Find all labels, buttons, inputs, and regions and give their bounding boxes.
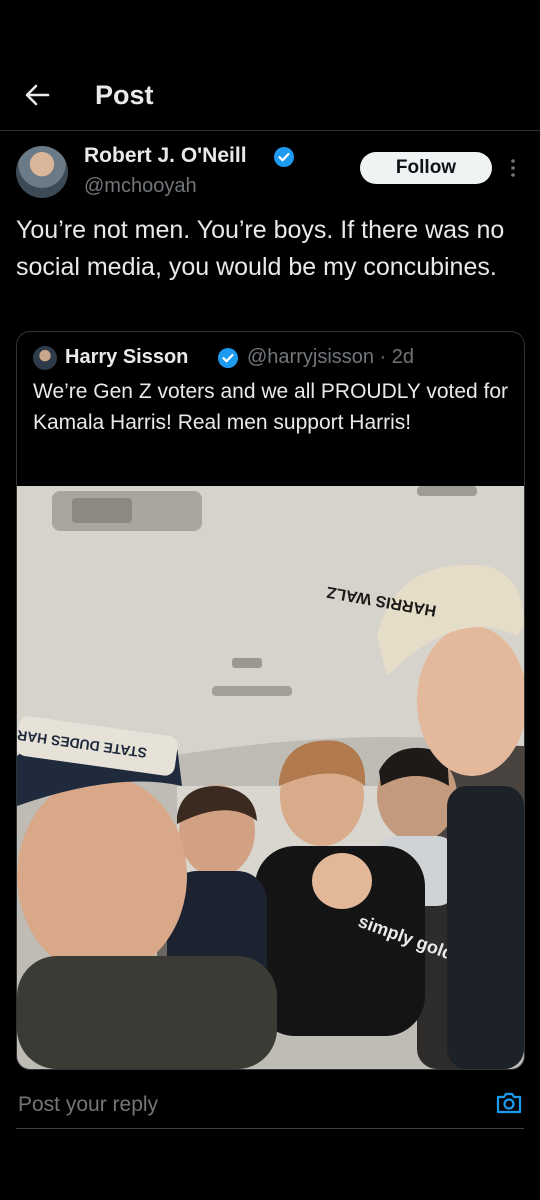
verified-badge-icon bbox=[274, 147, 294, 167]
author-avatar[interactable] bbox=[16, 146, 68, 198]
author-handle[interactable]: @mchooyah bbox=[84, 175, 197, 198]
more-options-icon[interactable] bbox=[504, 156, 522, 180]
camera-icon[interactable] bbox=[495, 1090, 523, 1116]
quoted-author-name: Harry Sisson bbox=[65, 346, 189, 368]
quoted-author-avatar bbox=[33, 346, 57, 370]
page-title: Post bbox=[95, 80, 154, 110]
verified-badge-icon bbox=[218, 348, 238, 368]
author-name[interactable]: Robert J. O'Neill bbox=[84, 144, 247, 168]
follow-button[interactable]: Follow bbox=[360, 152, 492, 184]
reply-underline bbox=[16, 1128, 524, 1129]
header-divider bbox=[0, 130, 540, 131]
top-bar: Post bbox=[0, 60, 540, 132]
quoted-post[interactable]: Harry Sisson @harryjsisson · 2d We’re Ge… bbox=[16, 331, 525, 1070]
reply-input[interactable] bbox=[16, 1092, 291, 1118]
quoted-text: We’re Gen Z voters and we all PROUDLY vo… bbox=[33, 380, 509, 434]
quoted-handle-time: @harryjsisson · 2d bbox=[247, 346, 415, 368]
post-photo[interactable]: simply golden STATE DUDES HARRIS HARRIS … bbox=[17, 486, 524, 1069]
arrow-left-icon[interactable] bbox=[22, 80, 52, 110]
post-text: You’re not men. You’re boys. If there wa… bbox=[16, 216, 505, 281]
selfie-illustration: simply golden STATE DUDES HARRIS HARRIS … bbox=[17, 486, 524, 1069]
reply-bar bbox=[0, 1070, 540, 1140]
